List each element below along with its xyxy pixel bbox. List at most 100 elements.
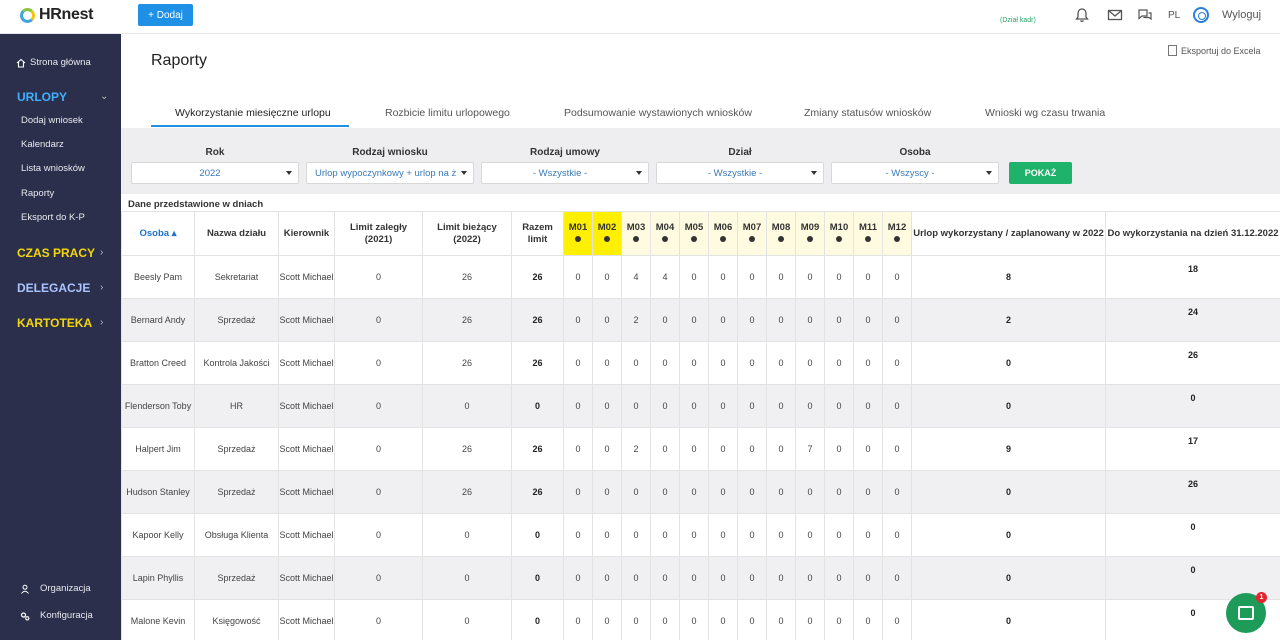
chat-widget-button[interactable]: 1 xyxy=(1226,592,1267,633)
table-row: Lapin Phyllis Sprzedaż Scott Michael 0 0 0 0 0 0… xyxy=(121,556,1280,600)
data-note: Dane przedstawione w dniach xyxy=(128,199,264,210)
info-icon[interactable] xyxy=(575,235,581,242)
cell-remaining: 17 xyxy=(1105,427,1280,471)
month-label: M12 xyxy=(887,221,907,233)
sidebar-item-export-kp[interactable]: Eksport do K-P xyxy=(21,212,85,223)
person-icon xyxy=(21,584,29,594)
year-label: Rok xyxy=(205,147,225,158)
info-icon[interactable] xyxy=(691,235,697,242)
cell-month: 0 xyxy=(737,599,767,640)
year-select[interactable]: 2022 xyxy=(131,162,299,184)
cell-month: 0 xyxy=(679,470,709,514)
cell-month: 0 xyxy=(621,599,651,640)
cell-used: 0 xyxy=(911,470,1106,514)
caret-down-icon xyxy=(286,171,292,175)
sidebar-section-urlopy[interactable]: URLOPY xyxy=(17,90,67,104)
chevron-right-icon[interactable]: › xyxy=(100,317,103,328)
cell-month: 0 xyxy=(766,255,796,299)
info-icon[interactable] xyxy=(633,235,639,242)
cell-limit-current: 0 xyxy=(422,513,512,557)
sidebar-item-organization[interactable]: Organizacja xyxy=(20,583,91,594)
contract-type-select[interactable]: - Wszystkie - xyxy=(481,162,649,184)
export-label: Eksportuj do Excela xyxy=(1181,45,1261,56)
cell-limit-current: 0 xyxy=(422,556,512,600)
cell-person[interactable]: Bratton Creed xyxy=(121,341,195,385)
col-month: M10 xyxy=(824,211,854,256)
info-icon[interactable] xyxy=(604,235,610,242)
bell-icon[interactable] xyxy=(1074,7,1090,23)
info-icon[interactable] xyxy=(662,235,668,242)
sidebar-section-delegacje[interactable]: DELEGACJE xyxy=(17,281,90,295)
sidebar-item-configuration[interactable]: Konfiguracja xyxy=(20,610,93,621)
cell-person[interactable]: Hudson Stanley xyxy=(121,470,195,514)
cell-person[interactable]: Flenderson Toby xyxy=(121,384,195,428)
month-label: M06 xyxy=(713,221,733,233)
cell-month: 0 xyxy=(650,384,680,428)
cell-person[interactable]: Kapoor Kelly xyxy=(121,513,195,557)
account-globe-icon[interactable] xyxy=(1193,7,1209,23)
tab-status-changes[interactable]: Zmiany statusów wniosków xyxy=(804,107,931,119)
hrnest-logo[interactable]: HRnest xyxy=(20,6,94,24)
cell-total-limit: 0 xyxy=(511,556,564,600)
department-select[interactable]: - Wszystkie - xyxy=(656,162,824,184)
sidebar-item-request-list[interactable]: Lista wniosków xyxy=(21,163,85,174)
chevron-right-icon[interactable]: › xyxy=(100,247,103,258)
sidebar-item-reports[interactable]: Raporty xyxy=(21,188,54,199)
cell-month: 0 xyxy=(592,255,622,299)
cell-month: 0 xyxy=(592,556,622,600)
chat-bubbles-icon[interactable] xyxy=(1137,7,1153,23)
person-select[interactable]: - Wszyscy - xyxy=(831,162,999,184)
cell-person[interactable]: Lapin Phyllis xyxy=(121,556,195,600)
col-month: M09 xyxy=(795,211,825,256)
tab-limit-breakdown[interactable]: Rozbicie limitu urlopowego xyxy=(385,107,510,119)
sidebar-item-calendar[interactable]: Kalendarz xyxy=(21,139,64,150)
sidebar-item-home[interactable]: Strona główna xyxy=(16,57,91,68)
show-button[interactable]: POKAŻ xyxy=(1009,162,1072,184)
info-icon[interactable] xyxy=(720,235,726,242)
cell-month: 0 xyxy=(563,556,593,600)
cell-month: 0 xyxy=(882,470,912,514)
info-icon[interactable] xyxy=(778,235,784,242)
mail-icon[interactable] xyxy=(1107,7,1123,23)
info-icon[interactable] xyxy=(865,235,871,242)
cell-month: 0 xyxy=(679,255,709,299)
cell-person[interactable]: Beesly Pam xyxy=(121,255,195,299)
cell-department: Sekretariat xyxy=(194,255,279,299)
active-tab-indicator xyxy=(151,125,349,127)
add-button[interactable]: + Dodaj xyxy=(138,4,193,26)
sidebar-section-czas-pracy[interactable]: CZAS PRACY xyxy=(17,246,95,260)
tab-requests-summary[interactable]: Podsumowanie wystawionych wniosków xyxy=(564,107,752,119)
logout-link[interactable]: Wyloguj xyxy=(1222,9,1261,21)
tab-requests-by-duration[interactable]: Wnioski wg czasu trwania xyxy=(985,107,1105,119)
gears-icon xyxy=(20,611,30,620)
cell-person[interactable]: Malone Kevin xyxy=(121,599,195,640)
tab-monthly-usage[interactable]: Wykorzystanie miesięczne urlopu xyxy=(175,107,331,119)
sidebar-item-add-request[interactable]: Dodaj wniosek xyxy=(21,115,83,126)
chevron-down-icon[interactable]: ⌄ xyxy=(100,91,108,102)
col-month: M02 xyxy=(592,211,622,256)
cell-person[interactable]: Bernard Andy xyxy=(121,298,195,342)
request-type-select[interactable]: Urlop wypoczynkowy + urlop na ż xyxy=(306,162,474,184)
cell-month: 0 xyxy=(882,255,912,299)
cell-person[interactable]: Halpert Jim xyxy=(121,427,195,471)
chevron-right-icon[interactable]: › xyxy=(100,282,103,293)
month-label: M11 xyxy=(859,221,877,233)
cell-used: 0 xyxy=(911,384,1106,428)
info-icon[interactable] xyxy=(836,235,842,242)
info-icon[interactable] xyxy=(807,235,813,242)
table-row: Bratton Creed Kontrola Jakości Scott Micha… xyxy=(121,341,1280,385)
cell-total-limit: 26 xyxy=(511,427,564,471)
col-limit-overdue: Limit zaległy (2021) xyxy=(334,211,423,256)
cell-month: 0 xyxy=(737,470,767,514)
info-icon[interactable] xyxy=(894,235,900,242)
col-person[interactable]: Osoba ▴ xyxy=(121,211,195,256)
info-icon[interactable] xyxy=(749,235,755,242)
export-excel-link[interactable]: Eksportuj do Excela xyxy=(1168,45,1261,56)
language-switch[interactable]: PL xyxy=(1168,10,1180,21)
cell-month: 0 xyxy=(824,513,854,557)
cell-used: 8 xyxy=(911,255,1106,299)
cell-month: 7 xyxy=(795,427,825,471)
cell-month: 0 xyxy=(679,341,709,385)
home-icon xyxy=(16,58,26,68)
sidebar-section-kartoteka[interactable]: KARTOTEKA xyxy=(17,316,92,330)
